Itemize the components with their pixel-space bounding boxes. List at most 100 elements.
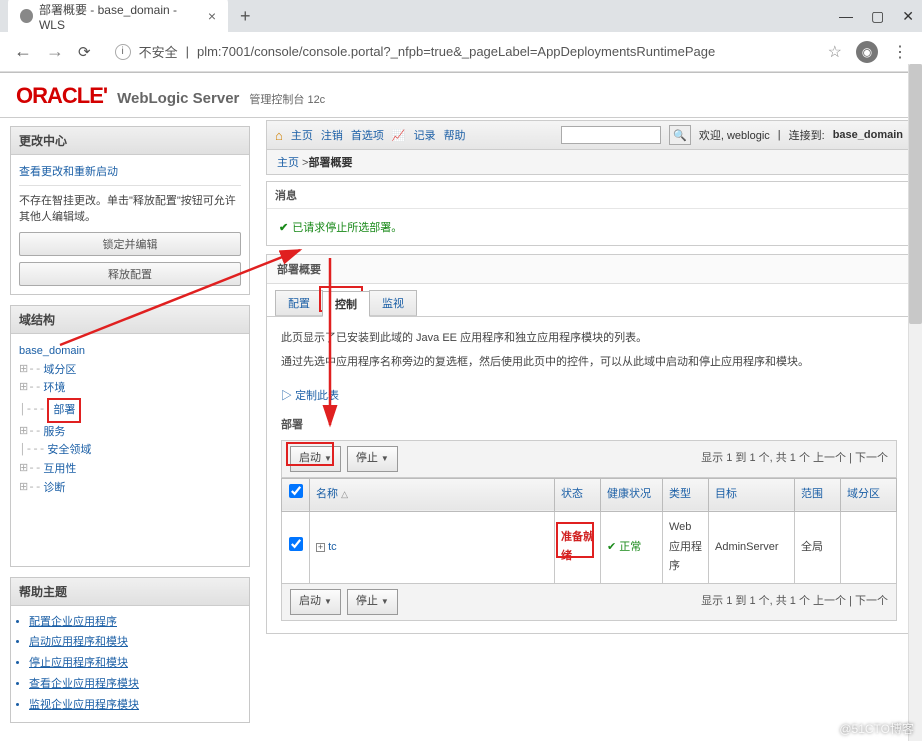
tab-control[interactable]: 控制 — [322, 291, 370, 317]
help-link-1[interactable]: 启动应用程序和模块 — [29, 632, 249, 653]
messages-panel: 消息 ✔ 已请求停止所选部署。 — [266, 181, 912, 246]
toolbar-logout[interactable]: 注销 — [321, 127, 343, 143]
help-link-0[interactable]: 配置企业应用程序 — [29, 612, 249, 633]
desc-1: 此页显示了已安装到此域的 Java EE 应用程序和独立应用程序模块的列表。 — [281, 329, 897, 349]
domain-tree-title: 域结构 — [11, 306, 249, 334]
help-link-3[interactable]: 查看企业应用程序模块 — [29, 674, 249, 695]
toolbar-help[interactable]: 帮助 — [444, 127, 466, 143]
bookmark-star-icon[interactable]: ☆ — [828, 42, 842, 62]
release-config-button[interactable]: 释放配置 — [19, 262, 241, 286]
url-text: plm:7001/console/console.portal?_nfpb=tr… — [197, 44, 715, 59]
col-target[interactable]: 目标 — [709, 478, 795, 511]
tree-item-security[interactable]: 安全领域 — [47, 441, 91, 460]
welcome-text: 欢迎, weblogic — [699, 127, 770, 143]
help-panel: 帮助主题 配置企业应用程序 启动应用程序和模块 停止应用程序和模块 查看企业应用… — [10, 577, 250, 723]
col-health[interactable]: 健康状况 — [601, 478, 663, 511]
cell-target: AdminServer — [709, 511, 795, 583]
tree-item-deploy[interactable]: 部署 — [53, 404, 75, 416]
sort-asc-icon: △ — [341, 489, 348, 499]
cell-health: 正常 — [619, 541, 641, 553]
messages-title: 消息 — [267, 182, 911, 209]
search-button[interactable]: 🔍 — [669, 125, 691, 145]
window-minimize-icon[interactable]: — — [839, 8, 853, 25]
start-button-footer[interactable]: 启动▼ — [290, 589, 341, 615]
tab-close-icon[interactable]: × — [208, 8, 216, 24]
reload-icon[interactable]: ⟳ — [78, 43, 91, 61]
breadcrumb: 主页 >部署概要 — [266, 150, 912, 175]
forward-icon: → — [46, 41, 64, 62]
tab-config[interactable]: 配置 — [275, 290, 323, 316]
product-name: WebLogic Server — [117, 90, 239, 107]
domain-tree-panel: 域结构 base_domain ⊞--域分区 ⊞--环境 │---部署 ⊞--服… — [10, 305, 250, 567]
back-icon[interactable]: ← — [14, 41, 32, 62]
toolbar-home[interactable]: 主页 — [291, 127, 313, 143]
window-close-icon[interactable]: ✕ — [902, 8, 914, 25]
deployments-panel: 部署概要 配置 控制 监视 此页显示了已安装到此域的 Java EE 应用程序和… — [266, 254, 912, 634]
col-state[interactable]: 状态 — [555, 478, 601, 511]
paging-top: 显示 1 到 1 个, 共 1 个 上一个 | 下一个 — [701, 449, 888, 469]
url-insecure-label: 不安全 — [139, 42, 178, 61]
expand-icon[interactable]: + — [316, 543, 325, 552]
browser-menu-icon[interactable]: ⋮ — [892, 42, 908, 62]
watermark: @51CTO博客 — [839, 720, 914, 737]
window-maximize-icon[interactable]: ▢ — [871, 8, 884, 25]
toolbar-record[interactable]: 记录 — [414, 127, 436, 143]
breadcrumb-home[interactable]: 主页 — [277, 157, 299, 169]
table-row: + tc 准备就绪 ✔ 正常 Web 应用程序 AdminServer 全局 — [282, 511, 897, 583]
help-link-2[interactable]: 停止应用程序和模块 — [29, 653, 249, 674]
col-name[interactable]: 名称 △ — [310, 478, 555, 511]
profile-avatar-icon[interactable]: ◉ — [856, 41, 878, 63]
oracle-logo: ORACLE' — [16, 83, 107, 109]
health-ok-icon: ✔ — [607, 541, 616, 553]
tree-item-interop[interactable]: 互用性 — [43, 460, 76, 479]
chart-icon: 📈 — [392, 129, 406, 142]
desc-2: 通过先选中应用程序名称旁边的复选框，然后使用此页中的控件，可以从此域中启动和停止… — [281, 353, 897, 373]
caret-down-icon: ▼ — [381, 452, 389, 466]
globe-icon — [20, 9, 33, 23]
view-changes-link[interactable]: 查看更改和重新启动 — [19, 166, 118, 178]
caret-down-icon: ▼ — [324, 595, 332, 609]
new-tab-button[interactable]: + — [240, 6, 251, 27]
col-partition[interactable]: 域分区 — [841, 478, 897, 511]
help-title: 帮助主题 — [11, 578, 249, 606]
scroll-thumb[interactable] — [909, 64, 922, 324]
change-center-note: 不存在智挂更改。单击"释放配置"按钮可允许其他人编辑域。 — [19, 192, 241, 224]
tree-root[interactable]: base_domain — [19, 342, 241, 361]
connected-domain: base_domain — [833, 129, 903, 141]
home-icon[interactable]: ⌂ — [275, 128, 283, 143]
select-all-checkbox[interactable] — [289, 484, 303, 498]
toolbar-prefs[interactable]: 首选项 — [351, 127, 384, 143]
browser-tab[interactable]: 部署概要 - base_domain - WLS × — [8, 0, 228, 38]
paging-bottom: 显示 1 到 1 个, 共 1 个 上一个 | 下一个 — [701, 592, 888, 612]
row-checkbox[interactable] — [289, 537, 303, 551]
address-bar[interactable]: i 不安全 | plm:7001/console/console.portal?… — [105, 38, 814, 65]
tab-monitor[interactable]: 监视 — [369, 290, 417, 316]
stop-button-footer[interactable]: 停止▼ — [347, 589, 398, 615]
deployment-name-link[interactable]: tc — [328, 541, 337, 553]
customize-table-link[interactable]: 定制此表 — [295, 390, 339, 402]
messages-text: 已请求停止所选部署。 — [292, 222, 402, 234]
cell-partition — [841, 511, 897, 583]
breadcrumb-current: 部署概要 — [308, 157, 352, 169]
help-link-4[interactable]: 监视企业应用程序模块 — [29, 695, 249, 716]
insecure-info-icon[interactable]: i — [115, 44, 131, 60]
deployments-table: 名称 △ 状态 健康状况 类型 目标 范围 域分区 + tc 准备就绪 ✔ 正常… — [281, 478, 897, 584]
cell-type: Web 应用程序 — [663, 511, 709, 583]
deployments-title: 部署概要 — [267, 255, 911, 284]
tree-item-diag[interactable]: 诊断 — [43, 479, 65, 498]
deployments-label: 部署 — [281, 416, 897, 436]
lock-edit-button[interactable]: 锁定并编辑 — [19, 232, 241, 256]
stop-button[interactable]: 停止▼ — [347, 446, 398, 472]
tree-item-domain-part[interactable]: 域分区 — [43, 361, 76, 380]
col-scope[interactable]: 范围 — [795, 478, 841, 511]
caret-down-icon: ▼ — [381, 595, 389, 609]
tab-title: 部署概要 - base_domain - WLS — [39, 1, 194, 32]
success-check-icon: ✔ — [279, 222, 288, 234]
connected-label: 连接到: — [789, 127, 825, 143]
triangle-icon: ▷ — [281, 390, 292, 402]
vertical-scrollbar[interactable] — [908, 64, 922, 741]
tree-item-service[interactable]: 服务 — [43, 423, 65, 442]
tree-item-env[interactable]: 环境 — [43, 379, 65, 398]
search-input[interactable] — [561, 126, 661, 144]
col-type[interactable]: 类型 — [663, 478, 709, 511]
